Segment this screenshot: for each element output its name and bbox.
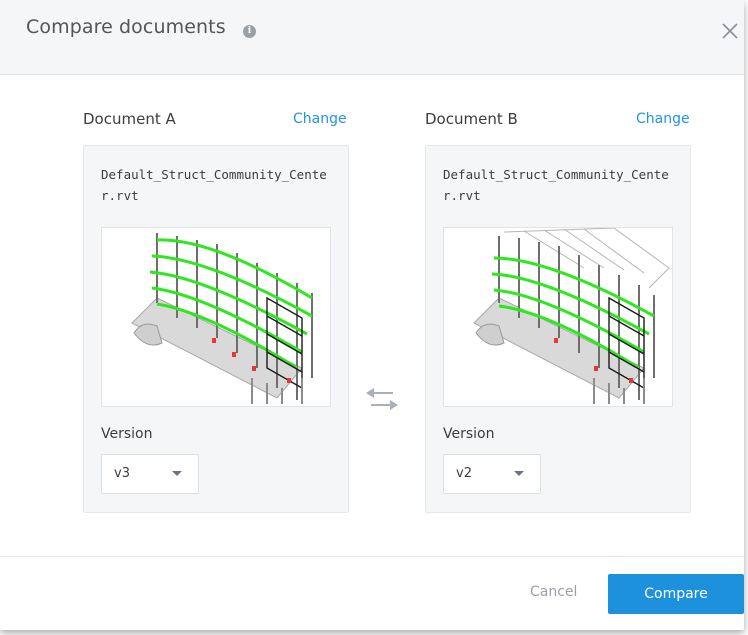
cancel-button[interactable]: Cancel [530, 584, 577, 600]
info-icon[interactable]: i [243, 25, 256, 38]
document-a-version-select[interactable]: v3 [101, 454, 199, 494]
document-b-file-name: Default_Struct_Community_Center.rvt [443, 167, 669, 203]
document-a-version-value: v3 [114, 466, 130, 481]
document-a-card: Default_Struct_Community_Center.rvt Vers… [83, 145, 349, 513]
document-a-change-link[interactable]: Change [293, 111, 347, 127]
document-a-version-label: Version [101, 426, 153, 442]
dialog-body: Document A Change Default_Struct_Communi… [0, 75, 744, 556]
swap-arrows-icon[interactable] [363, 385, 401, 413]
document-b-version-label: Version [443, 426, 495, 442]
document-b-version-select[interactable]: v2 [443, 454, 541, 494]
close-icon[interactable] [719, 20, 741, 42]
document-a-file-name: Default_Struct_Community_Center.rvt [101, 167, 327, 203]
compare-documents-dialog: Compare documents i Document A Change De… [0, 0, 744, 630]
building-model-image-a [131, 233, 313, 404]
chevron-down-icon [172, 471, 182, 476]
dialog-title: Compare documents [26, 16, 226, 38]
document-b-card: Default_Struct_Community_Center.rvt Vers… [425, 145, 691, 513]
compare-button[interactable]: Compare [608, 574, 744, 614]
document-b-change-link[interactable]: Change [636, 111, 690, 127]
dialog-footer: Cancel Compare [0, 556, 744, 630]
building-model-image-b [473, 228, 670, 404]
document-a-model-thumbnail [101, 227, 331, 407]
dialog-header: Compare documents i [0, 0, 744, 75]
document-b-model-thumbnail [443, 227, 673, 407]
document-b-version-value: v2 [456, 466, 472, 481]
chevron-down-icon [514, 471, 524, 476]
document-a-heading: Document A [83, 110, 176, 128]
document-b-heading: Document B [425, 110, 518, 128]
